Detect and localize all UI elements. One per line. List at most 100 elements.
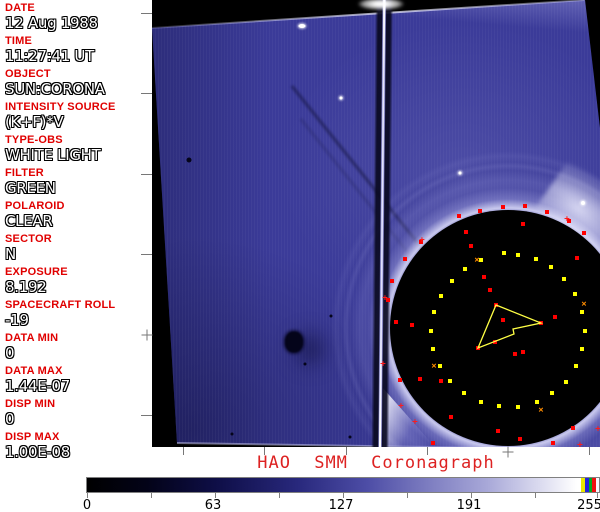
red-dot-marker: [494, 303, 498, 307]
field-label: SECTOR: [5, 233, 52, 245]
colorbar-tick-label: 0: [82, 498, 92, 512]
dark-speck: [303, 362, 307, 366]
pylon-top-glare: [358, 0, 404, 10]
red-dot-marker: [571, 426, 575, 430]
red-dot-marker: [394, 320, 398, 324]
field-spacecraft-roll: SPACECRAFT ROLL -19: [5, 299, 152, 329]
frame-left-tick: [141, 174, 152, 175]
yellow-dot-marker: [580, 310, 584, 314]
yellow-dot-marker: [516, 253, 520, 257]
dark-speck: [329, 314, 333, 318]
yellow-dot-marker: [573, 292, 577, 296]
field-label: DATA MIN: [5, 332, 59, 344]
red-dot-marker: [488, 288, 492, 292]
field-value: 1.00E-08: [5, 443, 70, 461]
red-dot-marker: [539, 321, 543, 325]
field-value: (K+F)*V: [5, 113, 64, 131]
yellow-dot-marker: [463, 267, 467, 271]
red-dot-marker: [521, 350, 525, 354]
yellow-dot-marker: [448, 379, 452, 383]
field-data-min: DATA MIN 0: [5, 332, 152, 362]
yellow-dot-marker: [534, 257, 538, 261]
metadata-sidebar: DATE 12 Aug 1988 TIME 11:27:41 UT OBJECT SU…: [0, 0, 152, 461]
red-plus-marker: +: [412, 417, 418, 428]
dark-speck: [348, 435, 352, 439]
white-speck: [581, 201, 585, 205]
colorbar-tick-label: 191: [456, 498, 482, 512]
yellow-dot-marker: [497, 404, 501, 408]
field-value: 0: [5, 410, 15, 428]
field-value: -19: [5, 311, 29, 329]
field-sector: SECTOR N: [5, 233, 152, 263]
yellow-dot-marker: [564, 380, 568, 384]
red-plus-marker: +: [398, 401, 404, 412]
field-time: TIME 11:27:41 UT: [5, 35, 152, 65]
red-dot-marker: [582, 231, 586, 235]
red-dot-marker: [521, 222, 525, 226]
field-intensity-source: INTENSITY SOURCE (K+F)*V: [5, 101, 152, 131]
yellow-dot-marker: [462, 391, 466, 395]
field-object: OBJECT SUN:CORONA: [5, 68, 152, 98]
field-value: SUN:CORONA: [5, 80, 105, 98]
field-date: DATE 12 Aug 1988: [5, 2, 152, 32]
red-dot-marker: [551, 441, 555, 445]
pylon-bright-core: [379, 0, 386, 447]
yellow-dot-marker: [439, 294, 443, 298]
orange-x-marker: ×: [538, 405, 544, 416]
red-dot-marker: [478, 209, 482, 213]
white-speck: [339, 96, 343, 100]
red-dot-marker: [476, 346, 480, 350]
field-value: 1.44E-07: [5, 377, 70, 395]
yellow-dot-marker: [580, 347, 584, 351]
yellow-dot-marker: [502, 251, 506, 255]
red-dot-marker: [398, 378, 402, 382]
field-value: 8.192: [5, 278, 47, 296]
yellow-dot-marker: [550, 391, 554, 395]
red-dot-marker: [501, 318, 505, 322]
field-disp-max: DISP MAX 1.00E-08: [5, 431, 152, 461]
coronagraph-viewer: DATE 12 Aug 1988 TIME 11:27:41 UT OBJECT SU…: [0, 0, 600, 512]
field-value: 0: [5, 344, 15, 362]
colorbar-tick-label: 127: [328, 498, 354, 512]
red-dot-marker: [403, 257, 407, 261]
yellow-dot-marker: [479, 400, 483, 404]
red-plus-marker: +: [382, 293, 388, 304]
red-plus-marker: +: [380, 359, 386, 370]
dark-speck: [186, 157, 192, 163]
red-dot-marker: [496, 429, 500, 433]
yellow-dot-marker: [574, 364, 578, 368]
field-disp-min: DISP MIN 0: [5, 398, 152, 428]
field-polaroid: POLAROID CLEAR: [5, 200, 152, 230]
yellow-dot-marker: [549, 265, 553, 269]
red-dot-marker: [513, 352, 517, 356]
red-dot-marker: [410, 323, 414, 327]
frame-left-tick: [141, 13, 152, 14]
field-value: 11:27:41 UT: [5, 47, 94, 65]
red-dot-marker: [553, 315, 557, 319]
white-speck: [298, 24, 306, 28]
red-plus-marker: +: [419, 235, 425, 246]
colorbar-tick-label: 255: [577, 498, 600, 512]
red-dot-marker: [518, 437, 522, 441]
red-dot-marker: [482, 275, 486, 279]
yellow-dot-marker: [562, 277, 566, 281]
field-value: WHITE LIGHT: [5, 146, 101, 164]
red-dot-marker: [545, 210, 549, 214]
red-dot-marker: [523, 204, 527, 208]
yellow-dot-marker: [450, 279, 454, 283]
frame-left-tick: [141, 93, 152, 94]
field-value: GREEN: [5, 179, 56, 197]
dark-speck: [230, 432, 234, 436]
red-dot-marker: [418, 377, 422, 381]
colorbar-labels: 0 63 127 191 255: [83, 498, 600, 512]
yellow-dot-marker: [432, 310, 436, 314]
red-dot-marker: [469, 244, 473, 248]
red-dot-marker: [464, 230, 468, 234]
field-value: 12 Aug 1988: [5, 14, 98, 32]
orange-x-marker: ×: [431, 361, 437, 372]
red-plus-marker: +: [564, 214, 570, 225]
yellow-dot-marker: [535, 400, 539, 404]
yellow-dot-marker: [438, 364, 442, 368]
coronagraph-image: × × × × + + + + + + + +: [152, 0, 600, 447]
frame-left-cross: [141, 329, 153, 341]
